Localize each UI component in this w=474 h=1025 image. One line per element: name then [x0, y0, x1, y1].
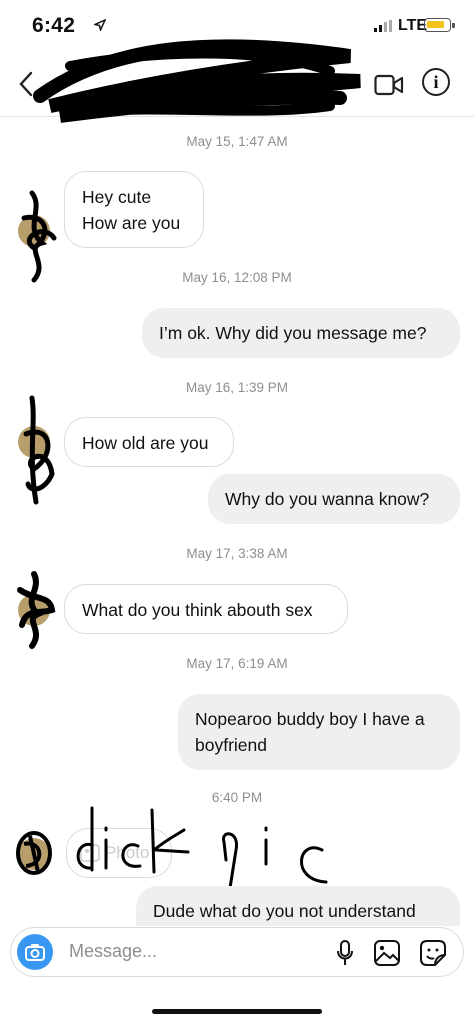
camera-button[interactable]: [17, 934, 53, 970]
timestamp: May 15, 1:47 AM: [186, 134, 288, 149]
incoming-message: How old are you: [64, 417, 234, 467]
message-text: I’m ok. Why did you message me?: [159, 323, 427, 343]
signal-icon: [374, 20, 392, 32]
camera-icon: [25, 944, 45, 961]
message-composer: Message...: [10, 927, 464, 977]
battery-icon: [424, 18, 455, 32]
timestamp: May 17, 6:19 AM: [186, 656, 288, 671]
sticker-icon[interactable]: [419, 939, 447, 967]
outgoing-message: I’m ok. Why did you message me?: [142, 308, 460, 358]
avatar-redaction-scribble: [21, 190, 57, 283]
gallery-icon[interactable]: [373, 939, 401, 967]
network-type: LTE: [398, 17, 428, 34]
message-text: Nopearoo buddy boy I have a: [195, 709, 425, 729]
message-text: How old are you: [82, 433, 209, 453]
avatar-redaction-scribble: [23, 395, 55, 505]
chat-header: i: [0, 39, 474, 123]
timestamp: May 17, 3:38 AM: [186, 546, 288, 561]
video-camera-icon[interactable]: [374, 74, 404, 96]
outgoing-message: Why do you wanna know?: [208, 474, 460, 524]
message-text: boyfriend: [195, 735, 267, 755]
timestamp: May 16, 1:39 PM: [185, 380, 289, 395]
microphone-icon[interactable]: [335, 939, 355, 967]
message-text: Dude what do you not understand: [153, 901, 416, 921]
message-text: How are you: [82, 213, 181, 233]
handwriting-overlay: [76, 806, 328, 890]
redaction-scribble: [33, 39, 361, 123]
message-text: What do you think abouth sex: [82, 600, 313, 620]
message-input[interactable]: Message...: [69, 941, 157, 962]
home-indicator: [152, 1009, 322, 1014]
message-text: Why do you wanna know?: [225, 489, 430, 509]
incoming-message: Hey cute How are you: [64, 171, 204, 248]
timestamp: May 16, 12:08 PM: [182, 270, 292, 285]
outgoing-message: Dude what do you not understand: [136, 886, 460, 926]
message-text: Hey cute: [82, 187, 152, 207]
incoming-message: What do you think abouth sex: [64, 584, 348, 634]
avatar-redaction-scribble: [16, 831, 52, 875]
outgoing-message: Nopearoo buddy boy I have a boyfriend: [178, 694, 460, 770]
avatar-redaction-scribble: [17, 571, 56, 649]
info-icon[interactable]: i: [422, 68, 450, 96]
